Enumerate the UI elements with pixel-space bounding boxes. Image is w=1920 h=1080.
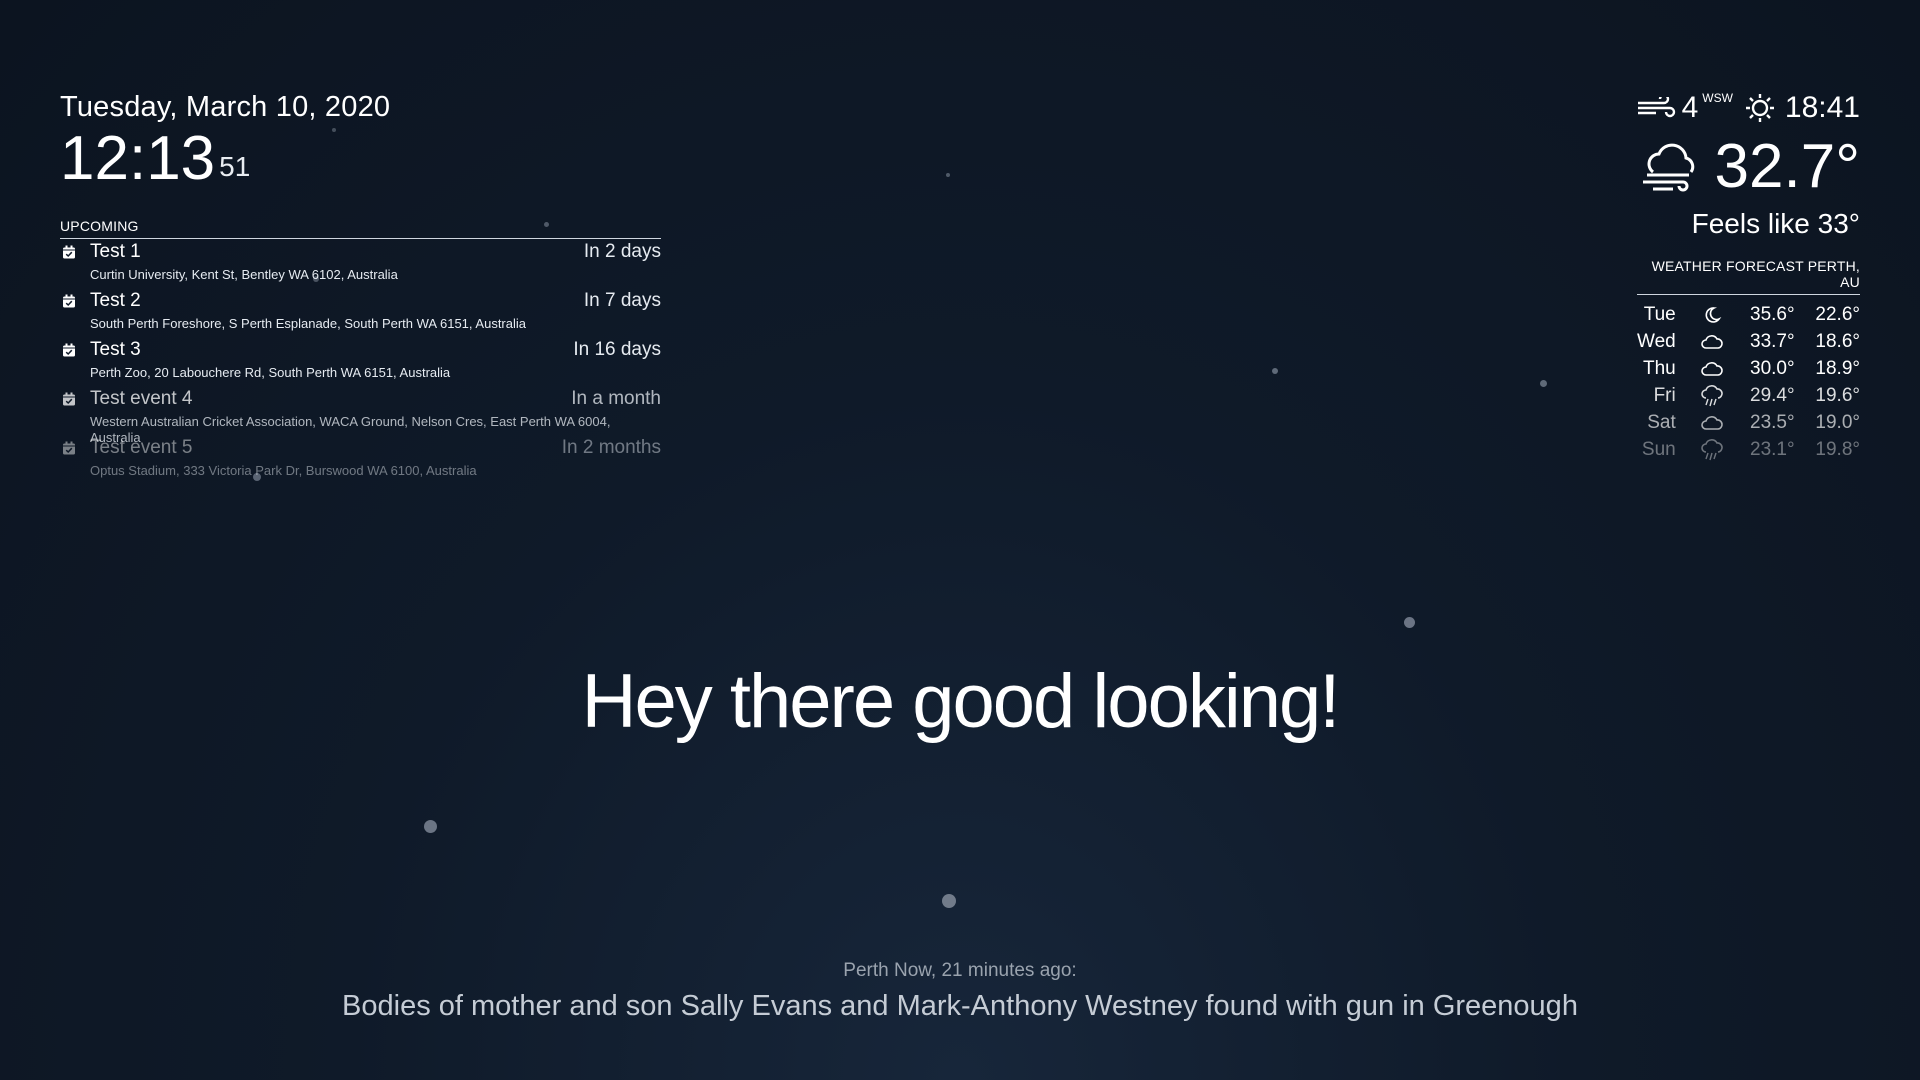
- newsfeed-module: Perth Now, 21 minutes ago: Bodies of mot…: [0, 960, 1920, 1023]
- forecast-max: 23.5°: [1750, 411, 1795, 433]
- current-time: 12:13 51: [60, 124, 390, 194]
- feels-like: Feels like 33°: [1691, 208, 1860, 239]
- event-title: Test event 4: [90, 388, 193, 409]
- forecast-min: 18.9°: [1815, 357, 1860, 379]
- calendar-header: UPCOMING: [60, 218, 661, 239]
- forecast-row: Sun 23.1° 19.8°: [1637, 436, 1860, 463]
- forecast-min: 19.6°: [1815, 384, 1860, 406]
- forecast-max: 35.6°: [1750, 303, 1795, 325]
- forecast-day: Sun: [1641, 438, 1676, 460]
- current-weather-module: 4 WSW 18:41 32.7° Feels like 33°: [1636, 88, 1860, 240]
- event-title: Test 3: [90, 339, 141, 360]
- forecast-max: 23.1°: [1750, 438, 1795, 460]
- event-relative-time: In 2 days: [583, 241, 661, 262]
- wind-direction: WSW: [1702, 91, 1733, 105]
- forecast-row: Thu 30.0° 18.9°: [1637, 355, 1860, 382]
- forecast-min: 19.0°: [1815, 411, 1860, 433]
- calendar-event: Test 3 In 16 days Perth Zoo, 20 Labouche…: [60, 337, 661, 386]
- calendar-event: Test event 5 In 2 months Optus Stadium, …: [60, 435, 661, 484]
- background-particle: [946, 173, 950, 177]
- forecast-day: Thu: [1642, 357, 1676, 379]
- cloud-wind-icon: [1639, 142, 1703, 192]
- forecast-row: Wed 33.7° 18.6°: [1637, 328, 1860, 355]
- event-title: Test event 5: [90, 437, 193, 458]
- forecast-row: Sat 23.5° 19.0°: [1637, 409, 1860, 436]
- forecast-day: Wed: [1637, 330, 1676, 352]
- event-location: Curtin University, Kent St, Bentley WA 6…: [90, 267, 398, 282]
- weather-forecast-module: WEATHER FORECAST PERTH, AU Tue 35.6° 22.…: [1637, 258, 1860, 463]
- background-particle: [1272, 368, 1278, 374]
- moon-icon: [1686, 301, 1739, 328]
- current-date: Tuesday, March 10, 2020: [60, 91, 391, 123]
- news-headline: Bodies of mother and son Sally Evans and…: [342, 990, 1578, 1022]
- event-relative-time: In 7 days: [583, 290, 661, 311]
- event-relative-time: In 16 days: [573, 339, 661, 360]
- cloud-icon: [1686, 328, 1739, 355]
- calendar-check-icon: [62, 441, 76, 455]
- sunset-icon: [1741, 92, 1779, 124]
- current-temperature-row: 32.7°: [1636, 132, 1860, 202]
- forecast-day: Fri: [1653, 384, 1676, 406]
- forecast-min: 22.6°: [1815, 303, 1860, 325]
- event-title: Test 1: [90, 241, 141, 262]
- rain-icon: [1686, 436, 1739, 463]
- forecast-header: WEATHER FORECAST PERTH, AU: [1637, 258, 1860, 295]
- compliment-text: Hey there good looking!: [581, 659, 1341, 744]
- rain-icon: [1686, 382, 1739, 409]
- calendar-check-icon: [62, 392, 76, 406]
- forecast-max: 30.0°: [1750, 357, 1795, 379]
- event-relative-time: In a month: [571, 388, 661, 409]
- calendar-check-icon: [62, 294, 76, 308]
- event-location: South Perth Foreshore, S Perth Esplanade…: [90, 316, 526, 331]
- background-particle: [1404, 617, 1415, 628]
- clock-module: Tuesday, March 10, 2020 12:13 51: [60, 88, 390, 194]
- forecast-table: Tue 35.6° 22.6° Wed 33.7° 18.6° Thu 30.0…: [1637, 301, 1860, 463]
- event-location: Perth Zoo, 20 Labouchere Rd, South Perth…: [90, 365, 451, 380]
- sunset-time: 18:41: [1784, 91, 1860, 124]
- forecast-row: Tue 35.6° 22.6°: [1637, 301, 1860, 328]
- calendar-event: Test 1 In 2 days Curtin University, Kent…: [60, 239, 661, 288]
- forecast-max: 29.4°: [1750, 384, 1795, 406]
- cloud-icon: [1686, 355, 1739, 382]
- calendar-event: Test 2 In 7 days South Perth Foreshore, …: [60, 288, 661, 337]
- wind-icon: [1636, 97, 1676, 119]
- current-temperature: 32.7°: [1714, 132, 1860, 201]
- event-title: Test 2: [90, 290, 141, 311]
- calendar-module: UPCOMING Test 1 In 2 days Curtin Univers…: [60, 218, 661, 484]
- forecast-max: 33.7°: [1750, 330, 1795, 352]
- cloud-icon: [1686, 409, 1739, 436]
- background-particle: [942, 894, 956, 908]
- event-location: Optus Stadium, 333 Victoria Park Dr, Bur…: [90, 463, 477, 478]
- calendar-event: Test event 4 In a month Western Australi…: [60, 386, 661, 445]
- calendar-check-icon: [62, 245, 76, 259]
- forecast-row: Fri 29.4° 19.6°: [1637, 382, 1860, 409]
- time-hours-minutes: 12:13: [60, 124, 216, 193]
- background-particle: [1540, 380, 1547, 387]
- weather-details-row: 4 WSW 18:41: [1636, 88, 1860, 128]
- forecast-day: Tue: [1643, 303, 1676, 325]
- forecast-day: Sat: [1647, 411, 1676, 433]
- wind-speed: 4: [1681, 91, 1699, 124]
- event-relative-time: In 2 months: [561, 437, 661, 458]
- forecast-min: 18.6°: [1815, 330, 1860, 352]
- time-seconds: 51: [219, 151, 251, 182]
- background-particle: [424, 820, 437, 833]
- calendar-check-icon: [62, 343, 76, 357]
- news-source: Perth Now, 21 minutes ago:: [843, 960, 1077, 981]
- forecast-min: 19.8°: [1815, 438, 1860, 460]
